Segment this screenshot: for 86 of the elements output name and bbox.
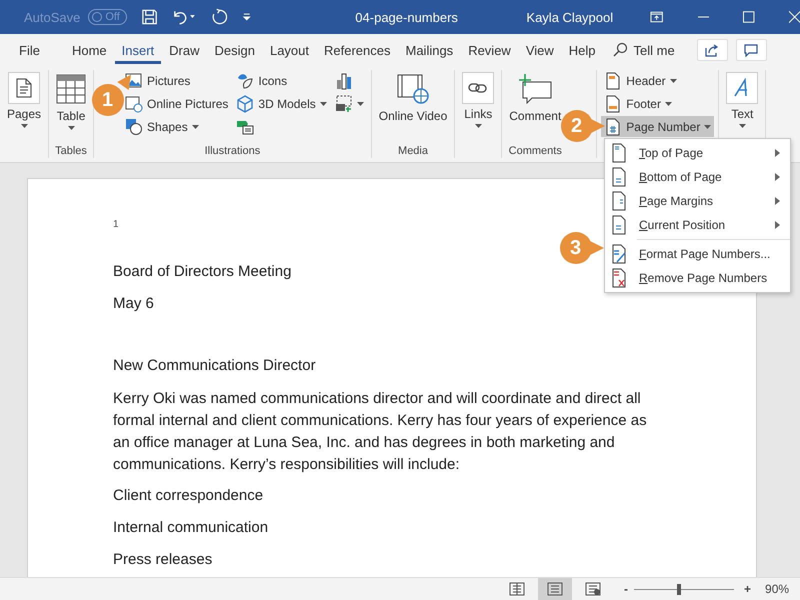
ribbon-button[interactable]: Online Video: [376, 70, 450, 145]
menu-item[interactable]: Bottom of Page: [605, 165, 790, 189]
submenu-arrow-icon: [775, 149, 780, 157]
menu-tab[interactable]: View: [518, 36, 561, 64]
bar-chart-icon: [334, 72, 353, 90]
window-title: 04-page-numbers: [355, 10, 459, 24]
page-number-icon: [611, 167, 627, 187]
leaf-icon: [236, 72, 254, 90]
save-icon[interactable]: [140, 8, 158, 26]
ribbon-button[interactable]: Header: [601, 70, 714, 91]
body-text: Internal communication: [113, 518, 268, 538]
menu-item[interactable]: Current Position: [605, 213, 790, 237]
redo-icon[interactable]: [210, 8, 228, 26]
menu-item[interactable]: Format Page Numbers...: [605, 242, 790, 266]
menu-item[interactable]: Page Margins: [605, 189, 790, 213]
link-icon: [468, 81, 488, 95]
film-globe-icon: [397, 74, 430, 104]
page-pen-icon: [611, 244, 627, 264]
shapes-icon: [125, 118, 144, 136]
body-text: May 6: [113, 294, 154, 314]
group-label: Comments: [508, 145, 562, 158]
search-icon[interactable]: [612, 42, 628, 58]
picture-globe-icon: [125, 94, 144, 112]
menu-tab[interactable]: Review: [461, 36, 518, 64]
page-number-icon: [604, 118, 622, 136]
menu-tab[interactable]: References: [317, 36, 398, 64]
body-text: New Communications Director: [113, 356, 316, 376]
ribbon-button[interactable]: Icons: [233, 70, 330, 91]
group-label: Illustrations: [204, 145, 260, 158]
ribbon-button[interactable]: Links: [459, 70, 498, 158]
table-icon: [56, 74, 86, 104]
ribbon-button[interactable]: Shapes: [122, 116, 232, 137]
body-text: Board of Directors Meeting: [113, 262, 292, 282]
customize-icon[interactable]: [242, 12, 252, 22]
zoom-out-button[interactable]: -: [624, 582, 628, 596]
submenu-arrow-icon: [775, 173, 780, 181]
menu-tab[interactable]: Design: [208, 36, 262, 64]
ribbon-display-icon[interactable]: [650, 11, 664, 23]
tell-me-field[interactable]: Tell me: [634, 42, 675, 58]
web-page-icon: [585, 582, 601, 596]
zoom-level[interactable]: 90%: [765, 582, 790, 596]
body-text: Press releases: [113, 550, 212, 570]
submenu-arrow-icon: [775, 197, 780, 205]
menu-tab[interactable]: Help: [562, 36, 603, 64]
zoom-slider[interactable]: [634, 584, 734, 594]
footer-icon: [604, 94, 622, 112]
zoom-in-button[interactable]: +: [744, 582, 752, 596]
screenshot-icon: [334, 94, 353, 112]
share-icon: [705, 43, 720, 57]
menu-tab[interactable]: File: [12, 36, 47, 64]
close-icon[interactable]: [788, 11, 800, 23]
page-number-icon: [611, 215, 627, 235]
maximize-icon[interactable]: [743, 11, 755, 23]
user-name: Kayla Claypool: [526, 10, 614, 24]
share-button[interactable]: [696, 39, 728, 61]
ribbon-button[interactable]: Pages: [4, 70, 44, 158]
step-callout: 3: [560, 232, 604, 264]
page-lines-icon: [547, 582, 563, 596]
group-label: Tables: [55, 145, 87, 158]
autosave-label: AutoSave: [24, 10, 80, 24]
menu-tab[interactable]: Insert: [114, 36, 162, 64]
ribbon-button[interactable]: Page Number: [601, 116, 714, 137]
menu-tab[interactable]: Mailings: [398, 36, 460, 64]
header-icon: [604, 72, 622, 90]
submenu-arrow-icon: [775, 221, 780, 229]
page-cross-icon: [611, 268, 627, 288]
page-icon: [16, 78, 32, 98]
menu-item[interactable]: Remove Page Numbers: [605, 266, 790, 290]
ribbon-button[interactable]: 3D Models: [233, 93, 330, 114]
book-icon: [509, 582, 525, 596]
page-number-icon: [611, 191, 627, 211]
menu-tab[interactable]: Layout: [262, 36, 316, 64]
menu-tab[interactable]: Draw: [162, 36, 206, 64]
comment-icon: [744, 43, 758, 57]
body-text: Client correspondence: [113, 486, 264, 506]
page-number: 1: [113, 219, 119, 230]
page-number-icon: [611, 143, 627, 163]
comment-plus-icon: [518, 74, 552, 104]
body-paragraph: Kerry Oki was named communications director and will coordinate and direct all formal internal and client communications. Kerry has four years of experience as an office manager at Luna Sea, Inc. and has degrees in both marketing and communications. Kerry’s responsibilities will include:: [113, 389, 648, 475]
comments-button[interactable]: [736, 39, 767, 61]
group-label: Media: [398, 145, 428, 158]
zoom-slider-thumb[interactable]: [677, 584, 681, 594]
cube-icon: [236, 94, 254, 112]
print-layout-button[interactable]: [538, 578, 572, 600]
ribbon-button[interactable]: Table: [53, 70, 90, 145]
menu-tab[interactable]: Home: [64, 36, 114, 64]
